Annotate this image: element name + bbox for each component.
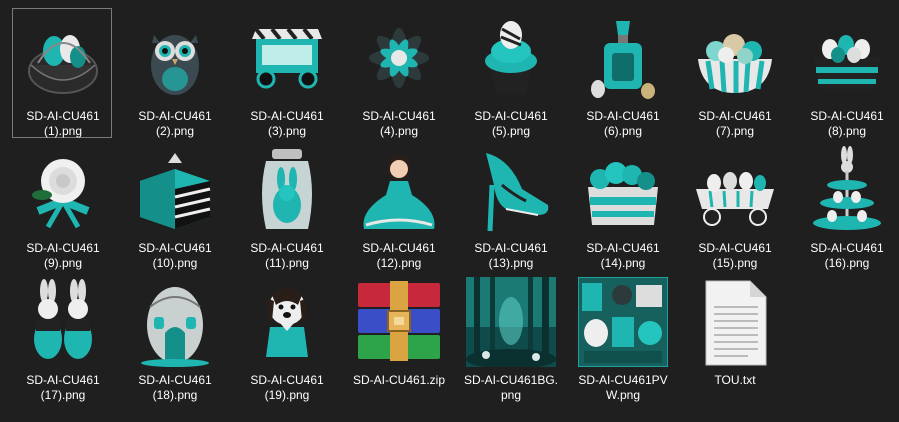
file-name: SD-AI-CU461 (2).png [138,109,212,138]
file-tile[interactable]: SD-AI-CU461 (6).png [572,8,672,138]
file-name: SD-AI-CU461 (11).png [250,241,324,270]
girl-dress-icon [354,145,444,235]
file-tile[interactable]: SD-AI-CU461 (18).png [124,272,224,406]
file-tile[interactable]: SD-AI-CU461 (1).png [12,8,112,138]
file-name: SD-AI-CU461 (1).png [26,109,100,138]
file-tile[interactable]: SD-AI-CU461 (8).png [796,8,896,138]
egg-house-icon [130,277,220,367]
file-name: SD-AI-CU461.zip [352,373,446,387]
file-tile[interactable]: SD-AI-CU461 (4).png [348,8,448,138]
egg-basket-icon [18,13,108,103]
file-name: TOU.txt [714,373,756,387]
file-tile[interactable]: SD-AI-CU461 (10).png [124,140,224,270]
file-name: SD-AI-CU461 (3).png [250,109,324,138]
file-name: SD-AI-CU461 (6).png [586,109,660,138]
macaron-bowl-icon [690,13,780,103]
egg-bowl-icon [802,13,892,103]
file-tile[interactable]: SD-AI-CU461 (17).png [12,272,112,406]
file-tile[interactable]: SD-AI-CU461BG. png [460,272,560,406]
file-tile[interactable]: TOU.txt [684,272,784,406]
file-tile[interactable]: SD-AI-CU461PV W.png [572,272,672,406]
file-name: SD-AI-CU461 (10).png [138,241,212,270]
perfume-bottle-icon [578,13,668,103]
file-name: SD-AI-CU461PV W.png [578,373,668,402]
file-name: SD-AI-CU461 (8).png [810,109,884,138]
egg-wagon-icon [690,145,780,235]
file-tile[interactable]: SD-AI-CU461 (9).png [12,140,112,270]
file-tile[interactable]: SD-AI-CU461 (13).png [460,140,560,270]
file-name: SD-AI-CU461 (14).png [586,241,660,270]
forest-background-icon [466,277,556,367]
file-tile[interactable]: SD-AI-CU461 (19).png [236,272,336,406]
cake-icon [130,145,220,235]
file-name: SD-AI-CU461BG. png [463,373,559,402]
white-rose-icon [18,145,108,235]
candy-cart-icon [242,13,332,103]
file-grid: SD-AI-CU461 (1).png SD-AI-CU461 (2).png [0,0,899,422]
puppy-icon [242,277,332,367]
file-tile[interactable]: SD-AI-CU461 (7).png [684,8,784,138]
file-name: SD-AI-CU461 (5).png [474,109,548,138]
file-tile[interactable]: SD-AI-CU461 (5).png [460,8,560,138]
file-tile[interactable]: SD-AI-CU461 (12).png [348,140,448,270]
high-heel-icon [466,145,556,235]
file-name: SD-AI-CU461 (9).png [26,241,100,270]
file-tile[interactable]: SD-AI-CU461 (11).png [236,140,336,270]
winrar-archive-icon [354,277,444,367]
file-name: SD-AI-CU461 (17).png [26,373,100,402]
bunnies-icon [18,277,108,367]
file-name: SD-AI-CU461 (4).png [362,109,436,138]
file-tile[interactable]: SD-AI-CU461 (3).png [236,8,336,138]
file-name: SD-AI-CU461 (15).png [698,241,772,270]
text-file-icon [690,277,780,367]
file-name: SD-AI-CU461 (13).png [474,241,548,270]
file-name: SD-AI-CU461 (7).png [698,109,772,138]
owl-icon [130,13,220,103]
file-name: SD-AI-CU461 (19).png [250,373,324,402]
file-tile[interactable]: SD-AI-CU461 (14).png [572,140,672,270]
file-tile[interactable]: SD-AI-CU461 (2).png [124,8,224,138]
file-name: SD-AI-CU461 (18).png [138,373,212,402]
teal-flower-icon [354,13,444,103]
bunny-jar-icon [242,145,332,235]
file-name: SD-AI-CU461 (16).png [810,241,884,270]
cupcake-icon [466,13,556,103]
flower-box-icon [578,145,668,235]
file-tile[interactable]: SD-AI-CU461.zip [348,272,448,406]
file-tile[interactable]: SD-AI-CU461 (15).png [684,140,784,270]
file-tile[interactable]: SD-AI-CU461 (16).png [796,140,896,270]
tiered-stand-icon [802,145,892,235]
file-name: SD-AI-CU461 (12).png [362,241,436,270]
preview-collage-icon [578,277,668,367]
